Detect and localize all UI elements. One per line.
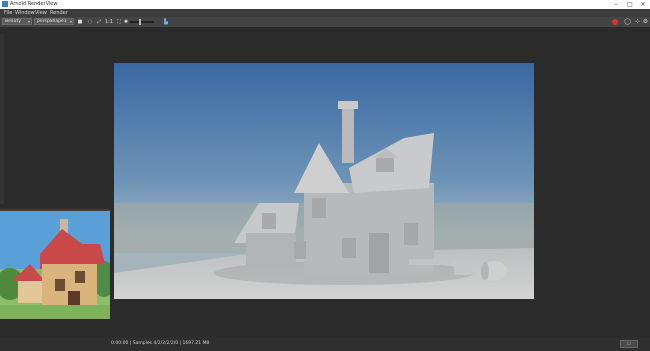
title-bar: Arnold RenderView – □ ✕ [0, 0, 650, 9]
menu-render[interactable]: Render [50, 9, 68, 17]
chevron-down-icon: ▾ [27, 19, 30, 24]
status-bar: 0:00:00 | Samples 4/2/2/2/2/0 | 1697.21 … [0, 337, 650, 351]
chevron-down-icon: ▾ [69, 19, 72, 24]
close-button[interactable]: ✕ [637, 0, 649, 9]
color-correct-icon[interactable]: ▙ [163, 19, 169, 25]
render-stats: 0:00:00 | Samples 4/2/2/2/2/0 | 1697.21 … [111, 341, 210, 346]
refresh-icon[interactable]: ◯ [624, 18, 631, 26]
render-scene [114, 63, 534, 299]
camera-select[interactable]: perspShape1 ▾ [34, 18, 74, 25]
menu-window[interactable]: Window [15, 9, 35, 17]
snapshot-button[interactable]: ☐ [620, 340, 638, 348]
pin-icon[interactable]: ⊹ [634, 18, 641, 26]
app-icon [2, 1, 8, 7]
snapshot-image [0, 209, 110, 319]
stop-render-icon[interactable]: ■ [77, 19, 83, 25]
link-icon[interactable]: ⤢ [96, 19, 102, 25]
maximize-button[interactable]: □ [624, 0, 636, 9]
fit-icon[interactable]: ⛶ [116, 19, 122, 25]
aov-select[interactable]: Beauty ▾ [2, 18, 32, 25]
toolbar: Beauty ▾ perspShape1 ▾ ■ ◌ ⤢ 1:1 ⛶ ✺ ▙ ◯ ⊹… [0, 17, 650, 27]
exposure-icon[interactable]: ✺ [123, 19, 129, 25]
record-icon[interactable] [612, 19, 618, 25]
menu-bar: File Window View Render [0, 9, 650, 17]
window-title: Arnold RenderView [10, 1, 58, 7]
menu-file[interactable]: File [4, 9, 12, 17]
aov-select-value: Beauty [5, 19, 21, 24]
minimize-button[interactable]: – [610, 0, 622, 9]
zoom-level[interactable]: 1:1 [105, 17, 113, 27]
gear-icon[interactable]: ⚙ [642, 18, 649, 26]
snapshot-thumbnail[interactable] [0, 209, 110, 319]
slider-thumb[interactable] [139, 19, 141, 25]
region-icon[interactable]: ◌ [87, 19, 93, 25]
exposure-slider[interactable] [130, 19, 154, 25]
camera-select-value: perspShape1 [37, 19, 67, 24]
render-image[interactable] [114, 63, 534, 299]
menu-view[interactable]: View [35, 9, 47, 17]
left-panel-edge [0, 34, 4, 204]
